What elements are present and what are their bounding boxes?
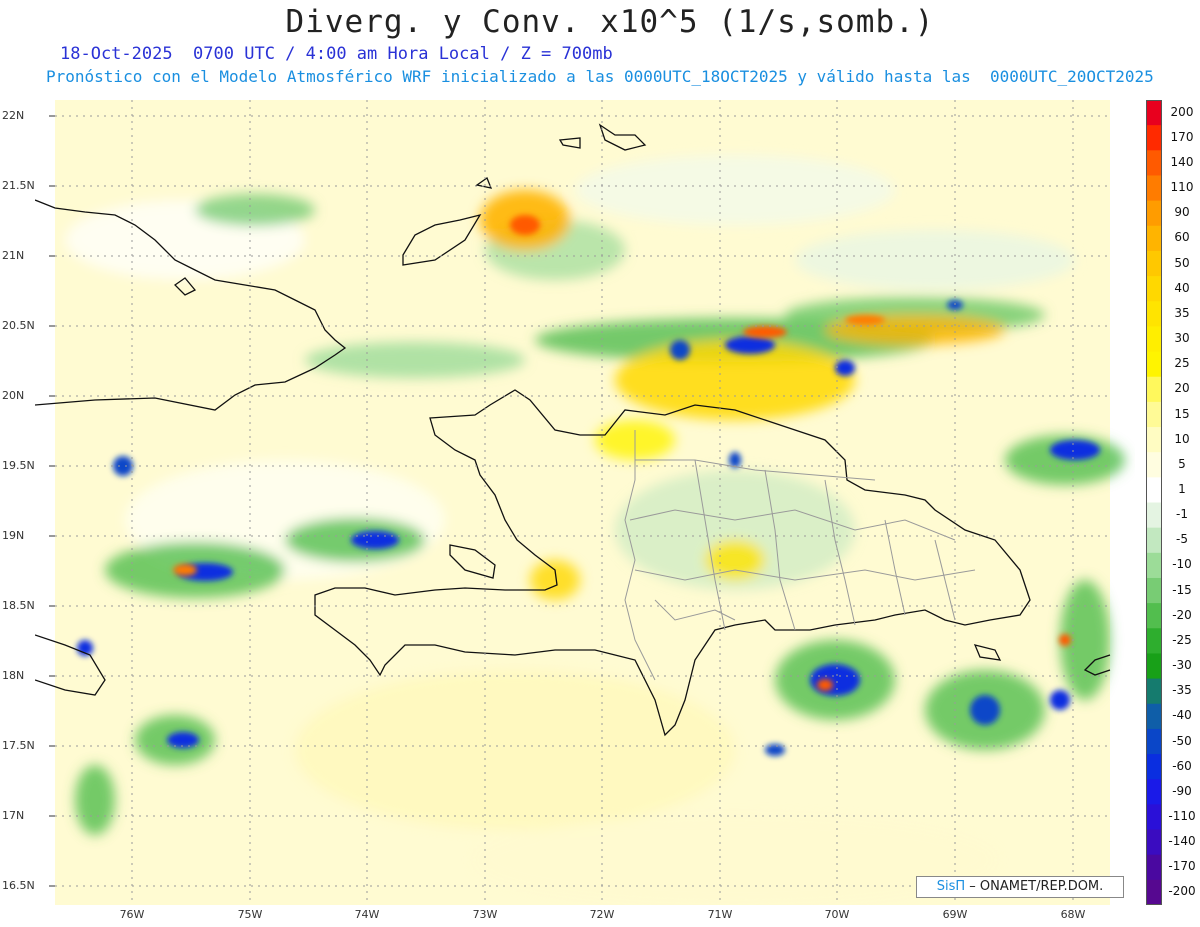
- colorbar-label: 90: [1174, 205, 1190, 220]
- lat-label: 19N: [2, 529, 25, 542]
- colorbar-segment: [1146, 427, 1162, 453]
- colorbar-segment: [1146, 225, 1162, 252]
- colorbar-label: 15: [1174, 406, 1190, 421]
- colorbar-label: 35: [1174, 305, 1190, 320]
- colorbar-segment: [1146, 628, 1162, 654]
- colorbar-segment: [1146, 577, 1162, 604]
- lon-label: 69W: [942, 908, 968, 921]
- colorbar-label: 110: [1170, 180, 1194, 194]
- colorbar-segment: [1146, 804, 1162, 831]
- colorbar-segment: [1146, 150, 1162, 176]
- colorbar-segment: [1146, 376, 1162, 403]
- colorbar-segment: [1146, 829, 1162, 856]
- credit-brand: SisΠ: [936, 879, 966, 894]
- colorbar: [1146, 100, 1162, 905]
- map-panel: [35, 100, 1135, 905]
- colorbar-segment: [1146, 653, 1162, 680]
- colorbar-label: -200: [1168, 884, 1196, 899]
- colorbar-segment: [1146, 854, 1162, 881]
- colorbar-label: 40: [1174, 280, 1190, 295]
- colorbar-label: 60: [1174, 230, 1190, 245]
- colorbar-segment: [1146, 754, 1162, 780]
- lon-label: 68W: [1060, 908, 1086, 921]
- colorbar-label: 25: [1174, 356, 1190, 371]
- lon-label: 73W: [472, 908, 498, 921]
- colorbar-segment: [1146, 301, 1162, 327]
- colorbar-segment: [1146, 502, 1162, 529]
- colorbar-label: 200: [1170, 104, 1194, 119]
- colorbar-segment: [1146, 703, 1162, 730]
- lon-label: 75W: [237, 908, 263, 921]
- colorbar-label: -1: [1176, 507, 1188, 522]
- colorbar-label: -30: [1172, 658, 1192, 672]
- colorbar-label: -140: [1168, 834, 1196, 849]
- lat-label: 21.5N: [2, 179, 35, 192]
- lat-label: 18.5N: [2, 599, 35, 612]
- colorbar-segment: [1146, 603, 1162, 629]
- colorbar-label: -170: [1168, 859, 1196, 874]
- colorbar-segment: [1146, 879, 1162, 905]
- colorbar-segment: [1146, 276, 1162, 302]
- colorbar-label: 30: [1174, 331, 1190, 345]
- colorbar-segment: [1146, 125, 1162, 151]
- colorbar-label: -10: [1172, 557, 1192, 572]
- lat-label: 20N: [2, 389, 25, 402]
- colorbar-segment: [1146, 728, 1162, 755]
- colorbar-segment: [1146, 527, 1162, 554]
- credit-box: SisΠ – ONAMET/REP.DOM.: [916, 876, 1124, 898]
- colorbar-segment: [1146, 452, 1162, 478]
- map-canvas: [35, 100, 1125, 905]
- lat-label: 19.5N: [2, 459, 35, 472]
- chart-title: Diverg. y Conv. x10^5 (1/s,somb.): [285, 4, 935, 40]
- colorbar-segment: [1146, 326, 1162, 353]
- lat-label: 21N: [2, 249, 25, 262]
- lat-label: 17N: [2, 809, 25, 822]
- colorbar-label: 5: [1178, 456, 1186, 471]
- colorbar-label: -35: [1172, 683, 1192, 698]
- colorbar-label: 20: [1174, 381, 1190, 396]
- colorbar-label: -90: [1172, 783, 1192, 798]
- colorbar-label: -15: [1172, 582, 1192, 597]
- lat-label: 20.5N: [2, 319, 35, 332]
- colorbar-label: -25: [1172, 632, 1192, 647]
- colorbar-label: -5: [1176, 532, 1188, 547]
- colorbar-label: 140: [1170, 154, 1194, 169]
- colorbar-segment: [1146, 552, 1162, 579]
- colorbar-segment: [1146, 401, 1162, 428]
- colorbar-segment: [1146, 779, 1162, 805]
- colorbar-label: 170: [1170, 129, 1194, 144]
- colorbar-segment: [1146, 200, 1162, 227]
- colorbar-segment: [1146, 175, 1162, 202]
- model-run-subtitle: Pronóstico con el Modelo Atmosférico WRF…: [46, 67, 1154, 86]
- colorbar-segment: [1146, 250, 1162, 277]
- lon-label: 74W: [354, 908, 380, 921]
- lon-label: 71W: [707, 908, 733, 921]
- lat-label: 17.5N: [2, 739, 35, 752]
- colorbar-segment: [1146, 477, 1162, 503]
- credit-text: – ONAMET/REP.DOM.: [969, 879, 1104, 894]
- lon-label: 72W: [589, 908, 615, 921]
- colorbar-label: 1: [1178, 481, 1186, 496]
- colorbar-label: -60: [1172, 758, 1192, 773]
- lon-label: 76W: [119, 908, 145, 921]
- lat-label: 16.5N: [2, 879, 35, 892]
- colorbar-label: 10: [1174, 431, 1190, 446]
- axis-ticks: [49, 115, 55, 887]
- colorbar-segment: [1146, 678, 1162, 705]
- colorbar-label: 50: [1174, 255, 1190, 270]
- colorbar-label: -110: [1168, 809, 1196, 823]
- valid-time-subtitle: 18-Oct-2025 0700 UTC / 4:00 am Hora Loca…: [60, 44, 613, 64]
- lon-label: 70W: [824, 908, 850, 921]
- colorbar-label: -50: [1172, 733, 1192, 748]
- colorbar-segment: [1146, 351, 1162, 378]
- colorbar-segment: [1146, 100, 1162, 126]
- lat-label: 22N: [2, 109, 25, 122]
- lat-label: 18N: [2, 669, 25, 682]
- colorbar-label: -20: [1172, 607, 1192, 622]
- colorbar-label: -40: [1172, 708, 1192, 723]
